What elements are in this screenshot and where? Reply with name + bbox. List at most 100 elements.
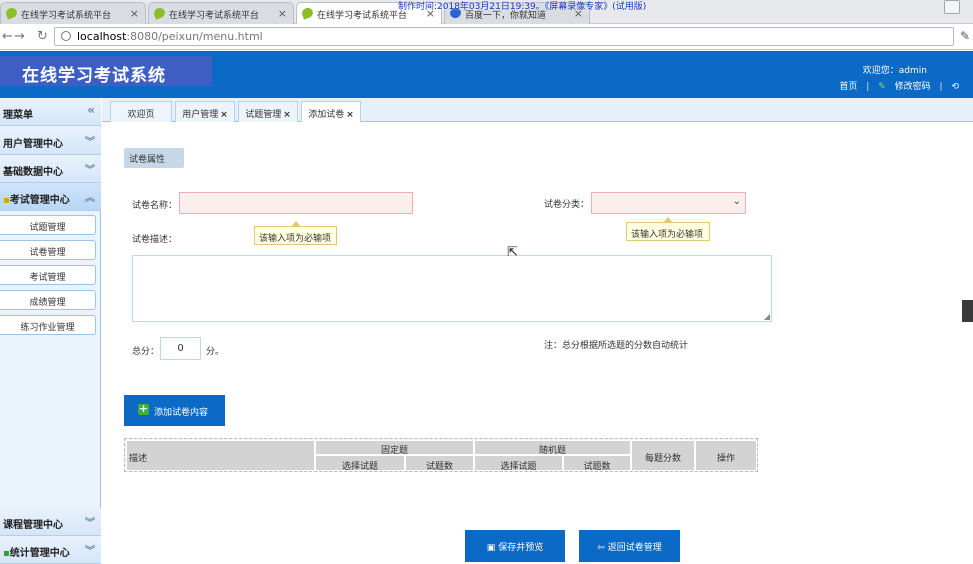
paper-name-label: 试卷名称： bbox=[132, 201, 178, 211]
col-fixed: 固定题 bbox=[315, 440, 474, 456]
change-password-link[interactable]: 修改密码 bbox=[895, 82, 931, 92]
col-fixed-select: 选择试题 bbox=[315, 455, 405, 472]
total-score-input[interactable]: 0 bbox=[160, 337, 201, 360]
sidebar-item-questions[interactable]: 试题管理 bbox=[0, 215, 96, 235]
url-host: localhost bbox=[77, 30, 127, 43]
tab-add-paper[interactable]: 添加试卷 × bbox=[301, 101, 361, 123]
home-link[interactable]: 首页 bbox=[839, 82, 857, 92]
sidebar-group-label: 课程管理中心 bbox=[3, 520, 63, 531]
sidebar-group-user[interactable]: 用户管理中心 ︾ bbox=[0, 127, 101, 155]
col-random-select: 选择试题 bbox=[474, 455, 563, 472]
section-title: 试卷属性 bbox=[124, 148, 184, 168]
sidebar-group-exam[interactable]: ▪考试管理中心 ︽ bbox=[0, 183, 101, 211]
required-tooltip: 该输入项为必输项 bbox=[626, 217, 710, 241]
plus-icon: + bbox=[138, 402, 149, 415]
address-bar: ← → ↻ localhost:8080/peixun/menu.html ✎ bbox=[0, 24, 973, 50]
chart-icon: ▪ bbox=[3, 548, 10, 559]
close-icon[interactable]: × bbox=[283, 110, 291, 120]
info-icon[interactable] bbox=[61, 31, 71, 41]
paper-name-input[interactable] bbox=[179, 192, 413, 214]
favicon-icon bbox=[300, 6, 315, 20]
tab-welcome[interactable]: 欢迎页 bbox=[110, 101, 172, 122]
add-paper-content-button[interactable]: + 添加试卷内容 bbox=[124, 395, 225, 426]
sidebar-item-practice[interactable]: 练习作业管理 bbox=[0, 315, 96, 335]
paper-category-label: 试卷分类： bbox=[544, 200, 590, 210]
add-button-label: 添加试卷内容 bbox=[154, 408, 209, 418]
total-score-label: 总分： bbox=[132, 347, 160, 357]
main-content bbox=[102, 122, 973, 562]
total-score-unit: 分。 bbox=[206, 347, 225, 357]
favicon-icon bbox=[152, 6, 167, 20]
profile-icon[interactable] bbox=[944, 0, 960, 14]
recording-watermark: 制作时间:2018年03月21日19:39。《屏幕录像专家》(试用版) bbox=[398, 2, 647, 12]
separator: | bbox=[866, 82, 870, 92]
chevron-down-icon: ⌄ bbox=[732, 196, 741, 207]
tab-label: 欢迎页 bbox=[127, 110, 155, 120]
forward-arrow-icon[interactable]: → bbox=[14, 29, 25, 44]
col-desc: 描述 bbox=[126, 440, 315, 471]
browser-tab-2[interactable]: 在线学习考试系统平台 × bbox=[148, 2, 294, 24]
tab-label: 用户管理 bbox=[182, 110, 219, 120]
chevron-down-icon: ︾ bbox=[85, 137, 95, 148]
close-icon[interactable]: × bbox=[220, 110, 228, 120]
welcome-text: 欢迎您：admin bbox=[862, 66, 927, 76]
separator: | bbox=[939, 82, 943, 92]
app-title: 在线学习考试系统 bbox=[0, 56, 212, 86]
paper-category-select[interactable]: ⌄ bbox=[591, 192, 746, 214]
tab-question-management[interactable]: 试题管理 × bbox=[238, 101, 298, 122]
back-arrow-icon: ⇦ bbox=[597, 543, 605, 553]
back-to-papers-button[interactable]: ⇦ 返回试卷管理 bbox=[579, 530, 680, 562]
paper-desc-label: 试卷描述： bbox=[132, 235, 178, 245]
favicon-icon bbox=[4, 6, 19, 20]
tab-label: 试题管理 bbox=[245, 110, 282, 120]
browser-tab-strip: 在线学习考试系统平台 × 在线学习考试系统平台 × 在线学习考试系统平台 × 百… bbox=[0, 0, 973, 25]
sidebar-item-scores[interactable]: 成绩管理 bbox=[0, 290, 96, 310]
url-path: :8080/peixun/menu.html bbox=[126, 30, 263, 43]
sidebar-group-stats[interactable]: ▪统计管理中心 ︾ bbox=[0, 536, 101, 564]
tab-user-management[interactable]: 用户管理 × bbox=[175, 101, 235, 122]
browser-tab-1[interactable]: 在线学习考试系统平台 × bbox=[0, 2, 146, 24]
save-button-label: 保存并预览 bbox=[498, 543, 544, 553]
sidebar-group-basic-data[interactable]: 基础数据中心 ︾ bbox=[0, 155, 101, 183]
close-icon[interactable]: × bbox=[130, 7, 139, 20]
sidebar-title-text: 理菜单 bbox=[3, 110, 33, 121]
chevron-up-icon: ︽ bbox=[85, 193, 95, 204]
scrollbar-thumb[interactable] bbox=[962, 300, 973, 322]
chevron-down-icon: ︾ bbox=[85, 546, 95, 557]
sidebar-group-label: 考试管理中心 bbox=[9, 195, 70, 206]
close-icon[interactable]: × bbox=[346, 110, 354, 120]
col-random: 随机题 bbox=[474, 440, 631, 456]
browser-tab-title: 在线学习考试系统平台 bbox=[317, 11, 408, 21]
paper-desc-textarea[interactable]: ◢ bbox=[132, 255, 772, 322]
chevron-down-icon: ︾ bbox=[85, 165, 95, 176]
sidebar-item-exams[interactable]: 考试管理 bbox=[0, 265, 96, 285]
browser-tab-title: 在线学习考试系统平台 bbox=[21, 11, 112, 21]
sidebar-group-label: 用户管理中心 bbox=[3, 139, 63, 150]
save-preview-button[interactable]: ▣ 保存并预览 bbox=[465, 530, 565, 562]
reload-icon[interactable]: ↻ bbox=[37, 29, 48, 44]
paper-content-table: 描述 固定题 随机题 选择试题 试题数 选择试题 试题数 每题分数 操作 bbox=[124, 438, 758, 472]
save-icon: ▣ bbox=[486, 543, 496, 553]
resize-handle-icon[interactable]: ◢ bbox=[764, 312, 770, 321]
sidebar-group-label: 基础数据中心 bbox=[3, 167, 63, 178]
content-tabs: 欢迎页 用户管理 × 试题管理 × 添加试卷 × bbox=[102, 98, 973, 123]
sidebar-item-papers[interactable]: 试卷管理 bbox=[0, 240, 96, 260]
required-tooltip: 该输入项为必输项 bbox=[254, 221, 337, 245]
browser-tab-title: 百度一下，你就知道 bbox=[465, 11, 547, 21]
col-score: 每题分数 bbox=[631, 440, 695, 471]
browser-tab-title: 在线学习考试系统平台 bbox=[169, 11, 260, 21]
url-input[interactable]: localhost:8080/peixun/menu.html bbox=[54, 27, 954, 46]
sidebar-group-label: 统计管理中心 bbox=[9, 548, 70, 559]
col-random-count: 试题数 bbox=[563, 455, 631, 472]
back-arrow-icon[interactable]: ← bbox=[2, 29, 13, 44]
collapse-sidebar-icon[interactable]: « bbox=[87, 103, 95, 117]
folder-icon: ▪ bbox=[3, 195, 10, 206]
sidebar-group-course[interactable]: 课程管理中心 ︾ bbox=[0, 508, 101, 536]
sidebar-title: 理菜单 « bbox=[0, 98, 101, 126]
chevron-down-icon: ︾ bbox=[85, 518, 95, 529]
close-icon[interactable]: × bbox=[278, 7, 287, 20]
header-links: 首页 | ✎ 修改密码 | ⟲ bbox=[833, 79, 959, 92]
logout-icon[interactable]: ⟲ bbox=[951, 82, 959, 92]
tab-label: 添加试卷 bbox=[308, 110, 345, 120]
extension-icon[interactable]: ✎ bbox=[960, 29, 970, 43]
